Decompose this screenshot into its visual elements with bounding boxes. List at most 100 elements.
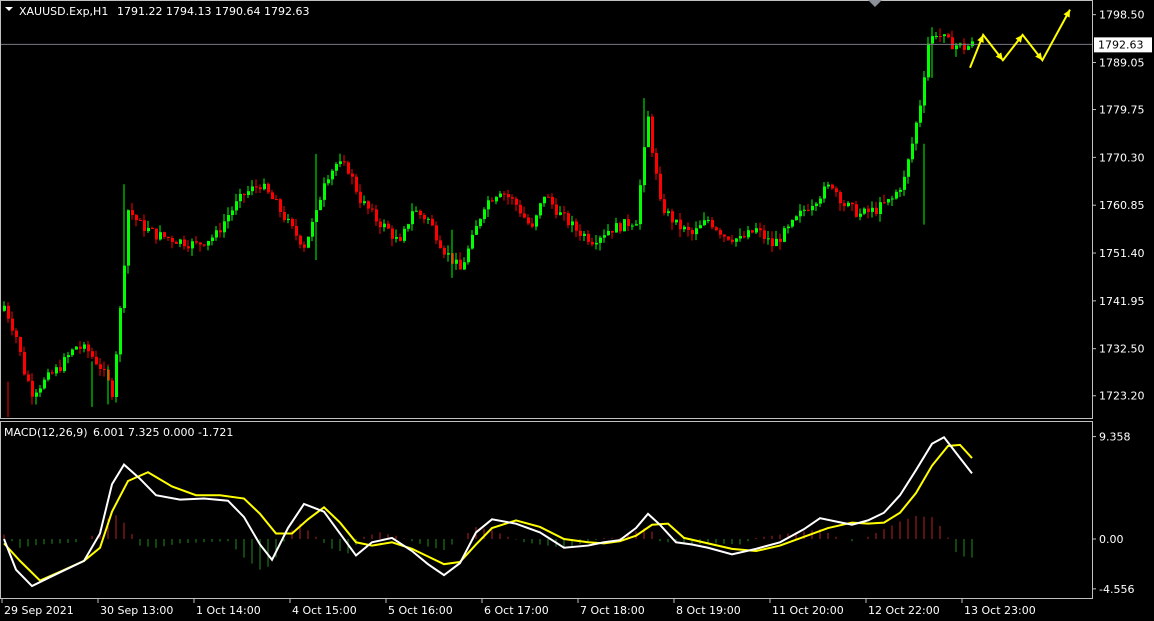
candle-body [115, 354, 118, 397]
candle-body [679, 219, 682, 230]
candle-body [751, 230, 754, 233]
candle-body [495, 197, 498, 202]
time-axis-label: 13 Oct 23:00 [964, 604, 1036, 617]
candle-body [491, 200, 494, 202]
candle-body [871, 207, 874, 212]
candle-body [799, 210, 802, 217]
candle-body [147, 227, 150, 232]
candle-body [823, 186, 826, 199]
symbol-timeframe: XAUUSD.Exp,H1 [19, 5, 108, 18]
macd-axis-label: 0.00 [1099, 533, 1124, 546]
candle-body [327, 179, 330, 184]
candle-body [891, 198, 894, 200]
candle-body [127, 210, 130, 266]
candle-body [603, 235, 606, 238]
time-axis-label: 11 Oct 20:00 [772, 604, 844, 617]
candle-body [735, 238, 738, 242]
macd-axis-label: 9.358 [1099, 431, 1131, 444]
candle-body [659, 173, 662, 200]
candle-body [255, 186, 258, 188]
candle-body [879, 202, 882, 214]
candle-body [427, 218, 430, 220]
candle-body [535, 215, 538, 227]
macd-values: 6.001 7.325 0.000 -1.721 [93, 426, 233, 439]
candle-body [811, 205, 814, 211]
candle-body [955, 45, 958, 50]
current-price-label: 1792.63 [1098, 38, 1144, 51]
candle-body [607, 230, 610, 236]
candle-body [791, 220, 794, 227]
candle-body [283, 212, 286, 221]
candle-body [27, 374, 30, 381]
candle-body [575, 221, 578, 231]
candle-body [31, 380, 34, 397]
candle-body [83, 344, 86, 349]
candle-body [935, 36, 938, 38]
candle-body [271, 192, 274, 200]
candle-body [831, 184, 834, 189]
candle-body [319, 199, 322, 211]
time-axis-label: 6 Oct 17:00 [484, 604, 549, 617]
candle-body [131, 210, 134, 216]
candle-body [383, 223, 386, 228]
time-axis-label: 5 Oct 16:00 [388, 604, 453, 617]
candle-body [215, 230, 218, 238]
candle-body [63, 357, 66, 372]
chart-background [0, 0, 1154, 621]
candle-body [671, 211, 674, 223]
candle-body [571, 221, 574, 226]
candle-body [527, 217, 530, 224]
candle-body [467, 248, 470, 263]
candle-body [155, 228, 158, 240]
candle-body [135, 215, 138, 220]
price-axis-label: 1798.50 [1099, 9, 1145, 22]
candle-body [423, 214, 426, 220]
candle-body [539, 203, 542, 216]
candle-body [743, 236, 746, 238]
candle-body [651, 116, 654, 153]
candle-body [847, 202, 850, 207]
candle-body [415, 210, 418, 212]
candle-body [519, 204, 522, 214]
candle-body [239, 193, 242, 202]
candle-body [119, 308, 122, 355]
candle-body [967, 46, 970, 50]
candle-body [323, 183, 326, 200]
candle-body [95, 356, 98, 365]
time-axis-label: 4 Oct 15:00 [292, 604, 357, 617]
candle-body [407, 224, 410, 229]
candle-body [371, 208, 374, 210]
candle-body [471, 234, 474, 249]
candle-body [507, 194, 510, 198]
candle-body [475, 226, 478, 235]
candle-body [375, 209, 378, 222]
candle-body [479, 219, 482, 227]
candle-body [699, 225, 702, 229]
candle-body [755, 228, 758, 233]
candle-body [175, 241, 178, 244]
candle-body [395, 237, 398, 239]
trading-chart[interactable]: XAUUSD.Exp,H1 1791.22 1794.13 1790.64 17… [0, 0, 1154, 621]
candle-body [103, 368, 106, 370]
candle-body [911, 143, 914, 160]
candle-body [551, 196, 554, 205]
candle-body [843, 203, 846, 207]
candle-body [7, 305, 10, 319]
candle-body [399, 237, 402, 241]
candle-body [579, 230, 582, 236]
candle-body [951, 37, 954, 50]
candle-body [15, 330, 18, 338]
candle-body [387, 223, 390, 229]
candle-body [775, 238, 778, 247]
candle-body [903, 176, 906, 190]
candle-body [711, 219, 714, 228]
candle-body [111, 380, 114, 397]
candle-body [3, 305, 6, 311]
candle-body [235, 201, 238, 211]
candle-body [559, 212, 562, 215]
candle-body [355, 176, 358, 192]
candle-body [59, 367, 62, 372]
candle-body [851, 202, 854, 205]
candle-body [555, 204, 558, 215]
candle-body [523, 213, 526, 218]
